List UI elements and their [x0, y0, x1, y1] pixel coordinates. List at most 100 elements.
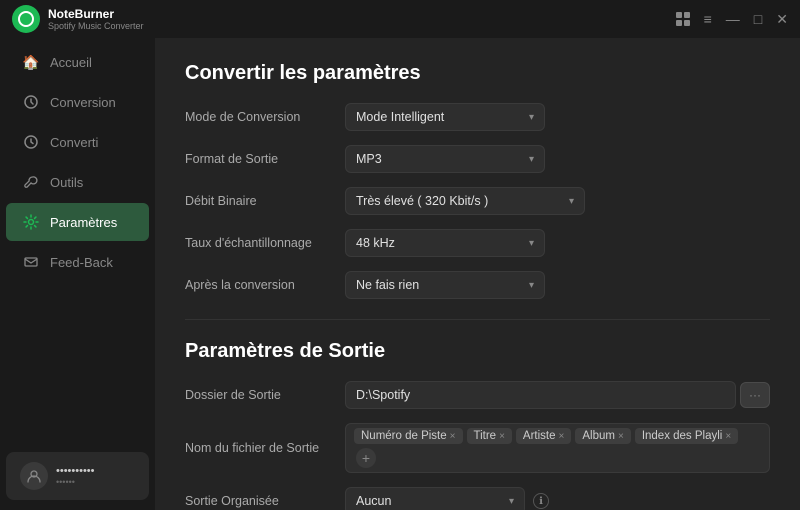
tag-label: Album [582, 430, 615, 442]
chevron-down-icon: ▾ [529, 280, 534, 291]
tag-close-icon[interactable]: × [499, 431, 505, 442]
close-button[interactable]: ✕ [776, 12, 788, 26]
settings-icon [22, 213, 40, 231]
conversion-section-title: Convertir les paramètres [185, 62, 770, 85]
tag-numero-piste: Numéro de Piste × [354, 428, 463, 444]
tag-close-icon[interactable]: × [618, 431, 624, 442]
user-avatar [20, 462, 48, 490]
chevron-down-icon: ▾ [529, 154, 534, 165]
output-section: Paramètres de Sortie Dossier de Sortie ·… [185, 340, 770, 510]
user-name: •••••••••• [56, 465, 95, 477]
sidebar-item-feedback[interactable]: Feed-Back [6, 243, 149, 281]
sidebar-label-parametres: Paramètres [50, 215, 117, 230]
format-sortie-control: MP3 ▾ [345, 145, 770, 173]
taux-echantillonnage-label: Taux d'échantillonnage [185, 236, 345, 250]
home-icon: 🏠 [22, 53, 40, 71]
conversion-icon [22, 93, 40, 111]
apres-conversion-row: Après la conversion Ne fais rien ▾ [185, 271, 770, 299]
tag-close-icon[interactable]: × [559, 431, 565, 442]
titlebar: NoteBurner Spotify Music Converter ≡ — □… [0, 0, 800, 38]
apres-conversion-control: Ne fais rien ▾ [345, 271, 770, 299]
tag-label: Titre [474, 430, 497, 442]
chevron-down-icon: ▾ [529, 112, 534, 123]
minimize-button[interactable]: — [726, 12, 740, 26]
sidebar-label-conversion: Conversion [50, 95, 116, 110]
clock-icon [22, 133, 40, 151]
mode-conversion-label: Mode de Conversion [185, 110, 345, 124]
content-area: Convertir les paramètres Mode de Convers… [155, 38, 800, 510]
format-sortie-label: Format de Sortie [185, 152, 345, 166]
sidebar-item-converti[interactable]: Converti [6, 123, 149, 161]
app-name: NoteBurner [48, 7, 144, 21]
info-icon[interactable]: ℹ [533, 493, 549, 509]
sidebar-label-accueil: Accueil [50, 55, 92, 70]
sidebar-label-converti: Converti [50, 135, 98, 150]
chevron-down-icon: ▾ [509, 496, 514, 507]
taux-echantillonnage-row: Taux d'échantillonnage 48 kHz ▾ [185, 229, 770, 257]
tag-titre: Titre × [467, 428, 512, 444]
user-info: •••••••••• •••••• [56, 465, 95, 487]
taux-echantillonnage-control: 48 kHz ▾ [345, 229, 770, 257]
mode-conversion-row: Mode de Conversion Mode Intelligent ▾ [185, 103, 770, 131]
folder-path-control: ··· [345, 381, 770, 409]
folder-path-input[interactable] [345, 381, 736, 409]
tag-index: Index des Playli × [635, 428, 738, 444]
mail-icon [22, 253, 40, 271]
tag-add-button[interactable]: + [356, 448, 376, 468]
maximize-button[interactable]: □ [754, 12, 762, 26]
sidebar-item-parametres[interactable]: Paramètres [6, 203, 149, 241]
titlebar-controls: ≡ — □ ✕ [676, 12, 788, 26]
debit-binaire-control: Très élevé ( 320 Kbit/s ) ▾ [345, 187, 770, 215]
sidebar-item-outils[interactable]: Outils [6, 163, 149, 201]
sidebar-user[interactable]: •••••••••• •••••• [6, 452, 149, 500]
debit-binaire-label: Débit Binaire [185, 194, 345, 208]
taux-echantillonnage-select[interactable]: 48 kHz ▾ [345, 229, 545, 257]
sortie-organisee-control: Aucun ▾ ℹ [345, 487, 549, 510]
conversion-section: Convertir les paramètres Mode de Convers… [185, 62, 770, 299]
sidebar: 🏠 Accueil Conversion Converti [0, 38, 155, 510]
apres-conversion-label: Après la conversion [185, 278, 345, 292]
user-subtitle: •••••• [56, 477, 95, 487]
output-section-title: Paramètres de Sortie [185, 340, 770, 363]
apres-conversion-select[interactable]: Ne fais rien ▾ [345, 271, 545, 299]
app-logo [12, 5, 40, 33]
tag-artiste: Artiste × [516, 428, 571, 444]
tools-icon [22, 173, 40, 191]
browse-button[interactable]: ··· [740, 382, 770, 408]
chevron-down-icon: ▾ [529, 238, 534, 249]
main-layout: 🏠 Accueil Conversion Converti [0, 38, 800, 510]
sortie-organisee-row: Sortie Organisée Aucun ▾ ℹ [185, 487, 770, 510]
nom-fichier-row: Nom du fichier de Sortie Numéro de Piste… [185, 423, 770, 473]
format-sortie-select[interactable]: MP3 ▾ [345, 145, 545, 173]
tag-close-icon[interactable]: × [725, 431, 731, 442]
dossier-sortie-label: Dossier de Sortie [185, 388, 345, 402]
grid-icon[interactable] [676, 12, 690, 26]
app-subtitle: Spotify Music Converter [48, 21, 144, 31]
sidebar-label-feedback: Feed-Back [50, 255, 113, 270]
chevron-down-icon: ▾ [569, 196, 574, 207]
debit-binaire-row: Débit Binaire Très élevé ( 320 Kbit/s ) … [185, 187, 770, 215]
section-divider-1 [185, 319, 770, 320]
menu-icon[interactable]: ≡ [704, 12, 712, 26]
tag-label: Artiste [523, 430, 556, 442]
titlebar-left: NoteBurner Spotify Music Converter [12, 5, 144, 33]
sidebar-bottom: •••••••••• •••••• [0, 450, 155, 510]
nom-fichier-label: Nom du fichier de Sortie [185, 441, 345, 455]
tag-close-icon[interactable]: × [450, 431, 456, 442]
tag-album: Album × [575, 428, 630, 444]
sidebar-item-conversion[interactable]: Conversion [6, 83, 149, 121]
sortie-organisee-label: Sortie Organisée [185, 494, 345, 508]
sidebar-item-accueil[interactable]: 🏠 Accueil [6, 43, 149, 81]
sortie-organisee-select[interactable]: Aucun ▾ [345, 487, 525, 510]
sidebar-label-outils: Outils [50, 175, 83, 190]
debit-binaire-select[interactable]: Très élevé ( 320 Kbit/s ) ▾ [345, 187, 585, 215]
mode-conversion-select[interactable]: Mode Intelligent ▾ [345, 103, 545, 131]
format-sortie-row: Format de Sortie MP3 ▾ [185, 145, 770, 173]
tag-label: Index des Playli [642, 430, 723, 442]
filename-tags-container: Numéro de Piste × Titre × Artiste × Albu… [345, 423, 770, 473]
tag-label: Numéro de Piste [361, 430, 447, 442]
app-logo-inner [18, 11, 34, 27]
dossier-sortie-row: Dossier de Sortie ··· [185, 381, 770, 409]
app-title-block: NoteBurner Spotify Music Converter [48, 7, 144, 31]
mode-conversion-control: Mode Intelligent ▾ [345, 103, 770, 131]
